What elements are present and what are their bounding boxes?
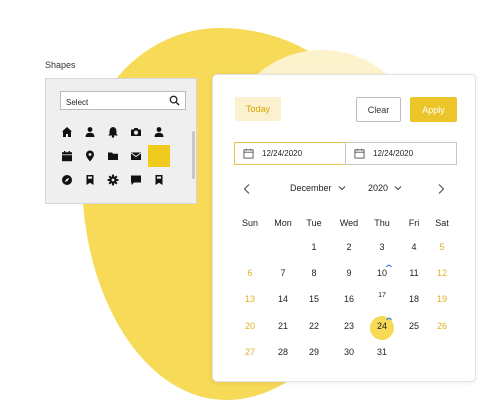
calendar-day[interactable]: 10 — [367, 268, 397, 278]
calendar-day[interactable]: 18 — [399, 294, 429, 304]
shape-cell[interactable] — [79, 145, 101, 167]
calendar-day[interactable]: 30 — [334, 347, 364, 357]
shape-cell[interactable] — [79, 121, 101, 143]
shape-cell[interactable] — [102, 121, 124, 143]
shape-cell[interactable] — [125, 169, 147, 191]
selected-day[interactable]: 24 — [367, 321, 397, 331]
location-pin-icon — [86, 150, 94, 162]
calendar-day[interactable]: 17 — [367, 292, 397, 299]
year-label: 2020 — [368, 183, 389, 193]
calendar-icon — [62, 151, 72, 162]
calendar-day[interactable]: 23 — [334, 321, 364, 331]
calendar-day[interactable]: 12 — [427, 268, 457, 278]
weekday-header: Fri — [408, 218, 420, 228]
shape-cell[interactable] — [148, 169, 170, 191]
chevron-left-icon[interactable] — [241, 183, 253, 195]
calendar-icon — [354, 148, 365, 159]
calendar-day[interactable]: 21 — [268, 321, 298, 331]
chevron-down-icon — [338, 186, 345, 191]
weekday-header: Wed — [339, 218, 359, 228]
bookmark-icon — [86, 175, 94, 185]
chevron-down-icon — [394, 186, 402, 191]
calendar-day[interactable]: 4 — [399, 242, 429, 252]
folder-icon — [108, 152, 118, 160]
weekday-header: Tue — [306, 218, 322, 228]
chevron-right-icon[interactable] — [435, 183, 447, 195]
calendar-day[interactable]: 27 — [235, 347, 265, 357]
calendar-day[interactable]: 8 — [299, 268, 329, 278]
calendar-day[interactable]: 25 — [399, 321, 429, 331]
calendar-day[interactable]: 29 — [299, 347, 329, 357]
end-date-field[interactable] — [345, 142, 457, 165]
calendar-day[interactable]: 22 — [299, 321, 329, 331]
bell-icon — [108, 127, 118, 138]
calendar-day[interactable]: 13 — [235, 294, 265, 304]
calendar-day[interactable]: 7 — [268, 268, 298, 278]
shape-cell[interactable] — [125, 121, 147, 143]
weekday-header: Thu — [374, 218, 390, 228]
calendar-day[interactable]: 9 — [334, 268, 364, 278]
end-date-input[interactable] — [373, 146, 455, 161]
calendar-day[interactable]: 31 — [367, 347, 397, 357]
weekday-header: Sun — [241, 218, 258, 228]
shape-cell[interactable] — [125, 145, 147, 167]
compass-icon — [62, 175, 72, 185]
calendar-day[interactable]: 6 — [235, 268, 265, 278]
shape-cell[interactable] — [56, 121, 78, 143]
month-label: December — [290, 183, 332, 193]
calendar-day[interactable]: 1 — [299, 242, 329, 252]
calendar-day[interactable]: 16 — [334, 294, 364, 304]
shape-cell[interactable] — [79, 169, 101, 191]
shapes-title: Shapes — [45, 60, 76, 70]
calendar-day[interactable]: 14 — [268, 294, 298, 304]
gear-icon — [107, 174, 119, 186]
calendar-day[interactable]: 3 — [367, 242, 397, 252]
calendar-day[interactable]: 5 — [427, 242, 457, 252]
start-date-input[interactable] — [262, 146, 344, 161]
calendar-day[interactable]: 28 — [268, 347, 298, 357]
chat-icon — [131, 175, 141, 185]
shape-cell[interactable] — [148, 121, 170, 143]
shape-cell[interactable] — [102, 145, 124, 167]
home-icon — [62, 127, 72, 137]
shape-cell[interactable] — [56, 145, 78, 167]
event-indicator-icon — [386, 317, 392, 321]
apply-button[interactable]: Apply — [410, 97, 457, 122]
today-button[interactable]: Today — [235, 97, 281, 121]
shape-cell[interactable] — [56, 169, 78, 191]
weekday-header: Mon — [274, 218, 292, 228]
weekday-header: Sat — [435, 218, 449, 228]
start-date-field[interactable] — [234, 142, 346, 165]
shape-search-input[interactable] — [61, 94, 161, 111]
month-select[interactable]: December — [290, 183, 346, 193]
event-indicator-icon — [386, 264, 392, 268]
shape-cell[interactable] — [102, 169, 124, 191]
camera-icon — [131, 128, 141, 136]
mail-icon — [130, 152, 142, 160]
calendar-day[interactable]: 15 — [299, 294, 329, 304]
bookmark-icon — [155, 175, 163, 185]
calendar-day[interactable]: 26 — [427, 321, 457, 331]
search-icon[interactable] — [169, 95, 180, 106]
calendar-day[interactable]: 19 — [427, 294, 457, 304]
selected-swatch[interactable] — [148, 145, 170, 167]
calendar-day[interactable]: 2 — [334, 242, 364, 252]
calendar-day[interactable]: 20 — [235, 321, 265, 331]
person-icon — [85, 127, 95, 137]
year-select[interactable]: 2020 — [368, 183, 402, 193]
shapes-scrollbar[interactable] — [192, 131, 195, 179]
shapes-panel — [45, 78, 197, 204]
calendar-day[interactable]: 11 — [399, 268, 429, 278]
calendar-icon — [243, 148, 254, 159]
clear-button[interactable]: Clear — [356, 97, 401, 122]
shape-search-box[interactable] — [60, 91, 186, 111]
person-icon — [154, 127, 164, 137]
datepicker-panel: Today Clear Apply December 2020 Sun Mon Tu… — [212, 74, 476, 382]
